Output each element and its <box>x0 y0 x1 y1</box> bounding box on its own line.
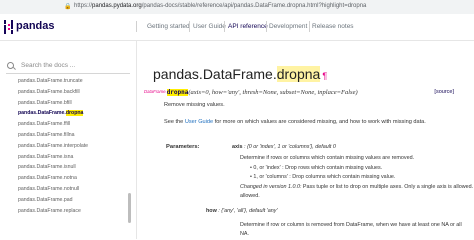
nav-divider <box>224 21 225 32</box>
nav-divider <box>189 21 190 32</box>
title-highlight: dropna <box>276 66 321 82</box>
sidebar-item-label: pandas.DataFrame. <box>18 110 66 117</box>
sidebar-item-interpolate[interactable]: pandas.DataFrame.interpolate <box>0 141 128 152</box>
param-axis-desc: Determine if rows or columns which conta… <box>240 155 415 161</box>
sidebar-item-pad[interactable]: pandas.DataFrame.pad <box>0 195 128 206</box>
top-navbar: pandas Getting started User Guide API re… <box>0 14 474 41</box>
sidebar-scrollbar[interactable] <box>128 193 131 223</box>
param-axis-opt2-text: 1, or 'columns' : Drop columns which con… <box>253 174 396 180</box>
signature-class: DataFrame. <box>144 89 167 94</box>
title-prefix: pandas.DataFrame. <box>153 66 277 82</box>
main-content: pandas.DataFrame.dropna ¶ DataFrame.dropn… <box>137 40 474 239</box>
param-axis: axis : {0 or 'index', 1 or 'columns'}, d… <box>232 144 336 150</box>
url-prefix: https:// <box>74 3 93 9</box>
signature-name: dropna <box>166 89 189 96</box>
param-how-name: how <box>206 208 217 214</box>
pandas-logo[interactable]: pandas <box>4 19 64 35</box>
search-box[interactable]: Search the docs ... <box>6 61 130 74</box>
sidebar-item-backfill[interactable]: pandas.DataFrame.backfill <box>0 87 128 98</box>
param-axis-type: : {0 or 'index', 1 or 'columns'}, defaul… <box>242 144 336 150</box>
param-axis-opt1: • 0, or 'index' : Drop rows which contai… <box>250 165 383 171</box>
permalink-icon[interactable]: ¶ <box>322 71 327 81</box>
nav-user-guide[interactable]: User Guide <box>193 23 226 30</box>
sidebar-item-notna[interactable]: pandas.DataFrame.notna <box>0 173 128 184</box>
signature-params: (axis=0, how='any', thresh=None, subset=… <box>188 89 358 96</box>
see-also-before: See the <box>164 119 185 125</box>
lock-icon: 🔒 <box>64 4 72 10</box>
sidebar-item-highlight: dropna <box>65 110 84 117</box>
url-rest: /pandas-docs/stable/reference/api/pandas… <box>141 3 367 9</box>
nav-divider <box>136 21 137 32</box>
sidebar-item-truncate[interactable]: pandas.DataFrame.truncate <box>0 76 128 87</box>
nav-divider <box>309 21 310 32</box>
page-title: pandas.DataFrame.dropna ¶ <box>153 66 327 82</box>
sidebar-item-fillna[interactable]: pandas.DataFrame.fillna <box>0 130 128 141</box>
sidebar-item-bfill[interactable]: pandas.DataFrame.bfill <box>0 98 128 109</box>
function-signature: DataFrame.dropna(axis=0, how='any', thre… <box>144 89 358 99</box>
param-axis-opt2: • 1, or 'columns' : Drop columns which c… <box>250 174 396 180</box>
sidebar-item-replace[interactable]: pandas.DataFrame.replace <box>0 206 128 217</box>
user-guide-link[interactable]: User Guide <box>185 119 213 125</box>
parameters-label: Parameters: <box>166 144 200 150</box>
sidebar-item-notnull[interactable]: pandas.DataFrame.notnull <box>0 184 128 195</box>
param-how: how : {'any', 'all'}, default 'any' <box>206 208 278 214</box>
nav-development[interactable]: Development <box>269 23 307 30</box>
param-axis-opt1-text: 0, or 'index' : Drop rows which contain … <box>253 165 383 171</box>
param-axis-name: axis <box>232 144 243 150</box>
changed-label: Changed in version 1.0.0: <box>240 184 302 190</box>
param-axis-changed-cont: allowed. <box>240 193 260 199</box>
url-domain: pandas.pydata.org <box>92 3 142 9</box>
param-how-desc: Determine if row or column is removed fr… <box>240 222 462 237</box>
see-also-after: for more on which values are considered … <box>213 119 426 125</box>
search-icon <box>7 62 14 69</box>
changed-text: Pass tuple or list to drop on multiple a… <box>301 184 474 190</box>
sidebar-item-isnull[interactable]: pandas.DataFrame.isnull <box>0 162 128 173</box>
address-bar[interactable]: 🔒 https://pandas.pydata.org/pandas-docs/… <box>0 0 474 15</box>
param-how-type: : {'any', 'all'}, default 'any' <box>216 208 278 214</box>
nav-api-reference[interactable]: API reference <box>228 23 268 30</box>
description: Remove missing values. <box>164 102 225 108</box>
nav-release-notes[interactable]: Release notes <box>312 23 354 30</box>
source-link[interactable]: [source] <box>434 89 454 95</box>
sidebar: Search the docs ... pandas.DataFrame.tru… <box>0 40 137 239</box>
sidebar-list: pandas.DataFrame.truncate pandas.DataFra… <box>0 76 128 216</box>
search-input[interactable]: Search the docs ... <box>21 62 75 69</box>
nav-divider <box>266 21 267 32</box>
pandas-logo-icon <box>4 20 13 34</box>
sidebar-item-dropna[interactable]: pandas.DataFrame.dropna <box>0 108 128 119</box>
sidebar-item-isna[interactable]: pandas.DataFrame.isna <box>0 152 128 163</box>
url-text[interactable]: https://pandas.pydata.org/pandas-docs/st… <box>74 3 366 9</box>
nav-getting-started[interactable]: Getting started <box>147 23 190 30</box>
logo-text: pandas <box>16 20 55 32</box>
sidebar-item-ffill[interactable]: pandas.DataFrame.ffill <box>0 119 128 130</box>
see-also-text: See the User Guide for more on which val… <box>164 119 454 127</box>
param-axis-changed: Changed in version 1.0.0: Pass tuple or … <box>240 184 473 190</box>
